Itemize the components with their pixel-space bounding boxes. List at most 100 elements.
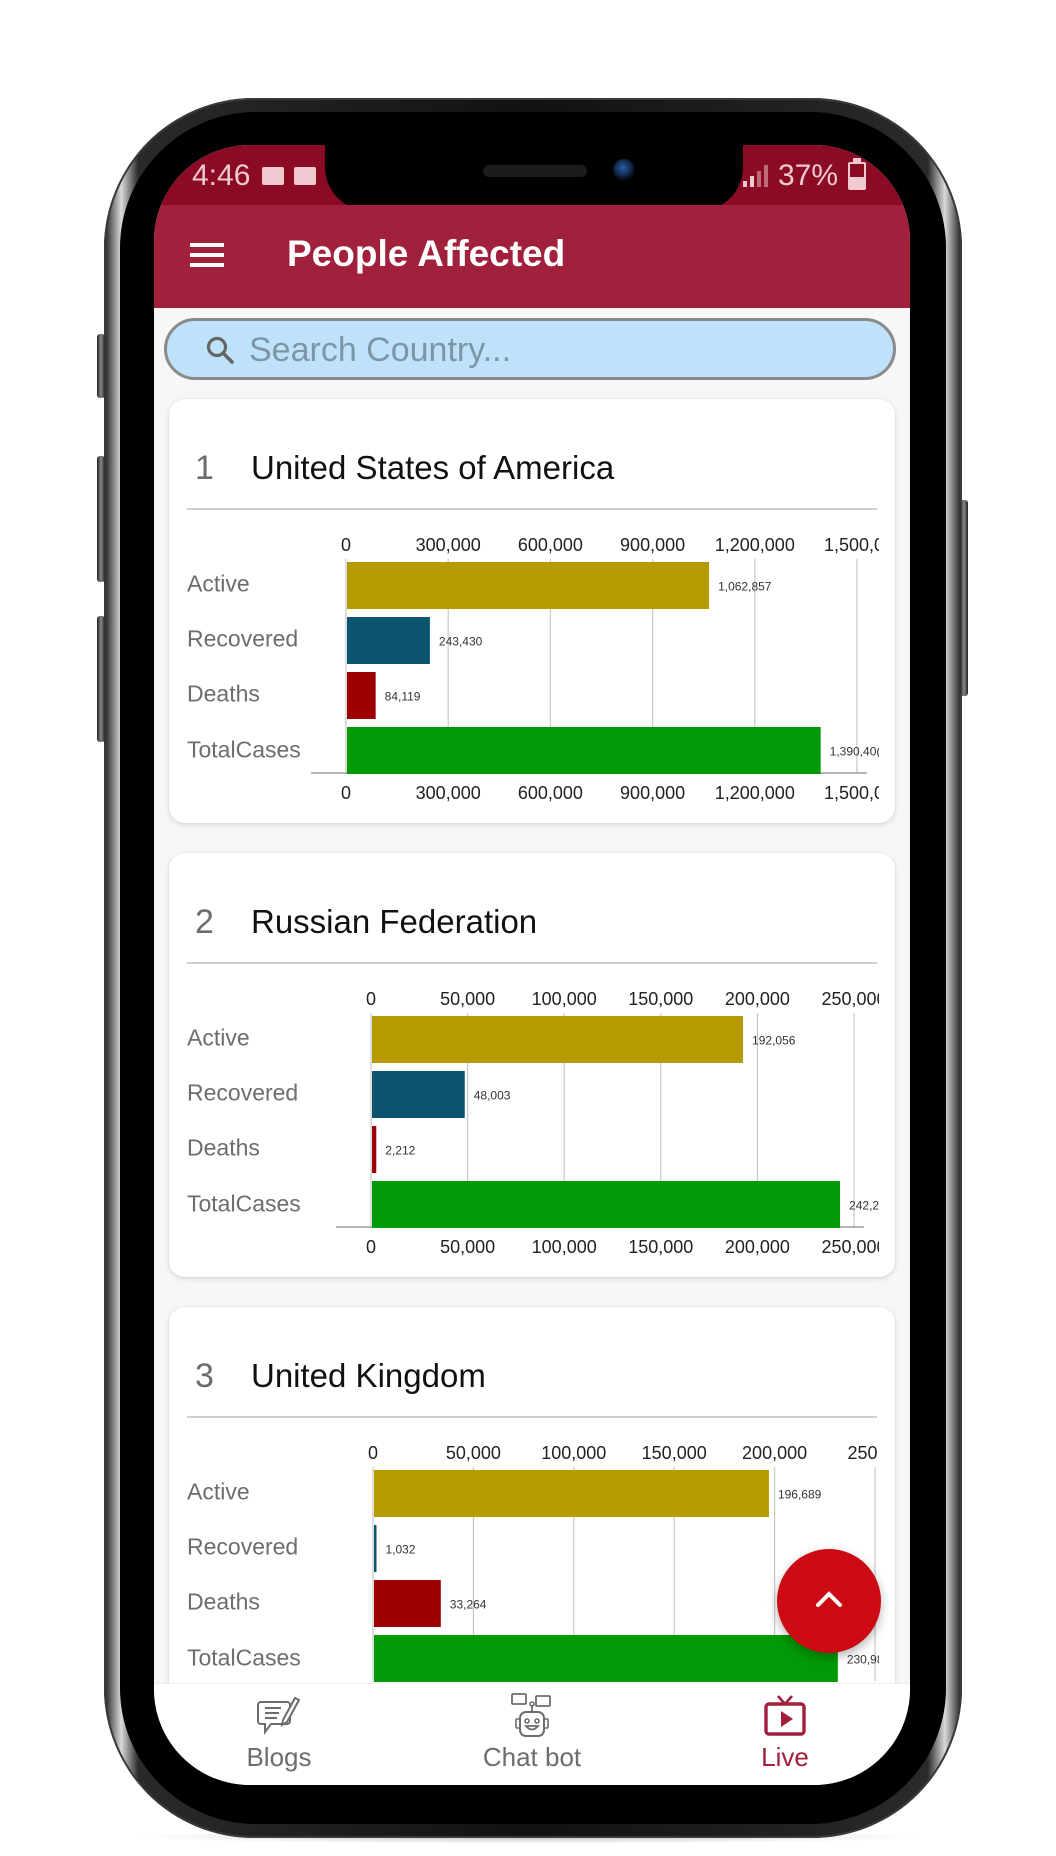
app-bar: People Affected xyxy=(154,205,910,308)
category-label: TotalCases xyxy=(187,1645,301,1671)
status-time: 4:46 xyxy=(192,159,251,192)
bar-value-label: 1,062,857 xyxy=(718,580,772,594)
bar-value-label: 1,390,40( xyxy=(830,745,881,759)
category-label: TotalCases xyxy=(187,737,301,763)
x-tick-label-top: 50,000 xyxy=(446,1443,501,1463)
page-title: People Affected xyxy=(287,233,566,274)
bar-active xyxy=(374,1470,769,1517)
category-label: Deaths xyxy=(187,681,260,707)
nav-item-blogs[interactable]: Blogs xyxy=(189,1692,369,1782)
x-tick-label-bottom: 0 xyxy=(366,1237,376,1257)
country-card[interactable]: 2 Russian Federation 0 50,000 100,000 150,0… xyxy=(169,853,895,1277)
x-tick-label-bottom: 1,200,000 xyxy=(715,783,795,803)
category-label: Deaths xyxy=(187,1589,260,1615)
live-tv-icon xyxy=(764,1695,806,1736)
x-tick-label-bottom: 1,500,0( xyxy=(824,783,890,803)
bar-recovered xyxy=(374,1525,377,1572)
battery-percent: 37% xyxy=(777,159,838,192)
hamburger-menu-icon[interactable] xyxy=(190,243,224,267)
chevron-up-icon xyxy=(816,1591,842,1607)
x-tick-label-top: 50,000 xyxy=(440,989,495,1009)
x-tick-label-bottom: 600,000 xyxy=(518,783,583,803)
category-label: Active xyxy=(187,1025,250,1051)
bar-value-label: 192,056 xyxy=(752,1034,796,1048)
country-card[interactable]: 3 United Kingdom 0 50,000 100,000 150,000 20… xyxy=(169,1307,895,1731)
country-card[interactable]: 1 United States of America 0 300,000 600,0… xyxy=(169,399,895,823)
nav-item-live[interactable]: Live xyxy=(695,1692,875,1782)
x-tick-label-top: 200,000 xyxy=(742,1443,807,1463)
x-tick-label-top: 250,00 xyxy=(847,1443,895,1463)
nav-label: Blogs xyxy=(246,1742,312,1772)
country-bar-chart: 0 50,000 100,000 150,000 200,000 250,00 196,68… xyxy=(187,1443,895,1682)
category-label: Deaths xyxy=(187,1135,260,1161)
x-tick-label-top: 0 xyxy=(366,989,376,1009)
bar-deaths xyxy=(347,672,376,719)
chart-body: 0 300,000 600,000 900,000 1,200,000 1,500,0(0… xyxy=(311,535,890,803)
category-label: Recovered xyxy=(187,626,298,652)
bar-value-label: 243,430 xyxy=(439,635,483,649)
bar-active xyxy=(372,1016,744,1063)
mute-switch xyxy=(97,334,105,398)
phone-screen: 4:46 4G 37% People Affected 1 United Sta… xyxy=(154,145,910,1785)
category-label: Active xyxy=(187,571,250,597)
country-bar-chart: 0 50,000 100,000 150,000 200,000 250,000 0 50,0… xyxy=(187,989,893,1257)
category-label: Recovered xyxy=(187,1080,298,1106)
bar-value-label: 84,119 xyxy=(385,690,421,704)
bar-value-label: 2,212 xyxy=(385,1144,415,1158)
signal-icon xyxy=(742,165,768,187)
battery-icon xyxy=(848,158,866,190)
category-label: TotalCases xyxy=(187,1191,301,1217)
bar-totalcases xyxy=(372,1181,841,1228)
x-tick-label-bottom: 200,000 xyxy=(725,1237,790,1257)
x-tick-label-top: 1,200,000 xyxy=(715,535,795,555)
front-camera xyxy=(613,159,635,181)
x-tick-label-top: 100,000 xyxy=(541,1443,606,1463)
x-tick-label-top: 300,000 xyxy=(416,535,481,555)
x-tick-label-top: 100,000 xyxy=(532,989,597,1009)
bar-value-label: 242,271 xyxy=(849,1199,893,1213)
notch xyxy=(325,145,743,211)
bar-value-label: 230,985 xyxy=(847,1653,891,1667)
x-tick-label-top: 150,000 xyxy=(642,1443,707,1463)
bottom-navigation: Blogs Chat bot Live xyxy=(154,1683,910,1785)
volume-up-button xyxy=(97,456,105,582)
x-tick-label-bottom: 0 xyxy=(341,783,351,803)
wifi-call-icon xyxy=(294,167,316,185)
x-tick-label-bottom: 250,000 xyxy=(821,1237,886,1257)
speaker-grille xyxy=(483,165,587,177)
bar-recovered xyxy=(347,617,430,664)
x-tick-label-bottom: 50,000 xyxy=(440,1237,495,1257)
bar-value-label: 48,003 xyxy=(474,1089,511,1103)
nav-label: Chat bot xyxy=(482,1742,582,1772)
x-tick-label-top: 0 xyxy=(368,1443,378,1463)
bar-value-label: 196,689 xyxy=(778,1488,822,1502)
x-tick-label-top: 1,500,0( xyxy=(824,535,890,555)
volume-down-button xyxy=(97,616,105,742)
blog-icon xyxy=(257,1696,301,1735)
scroll-top-button[interactable] xyxy=(777,1549,881,1653)
bar-value-label: 33,264 xyxy=(450,1598,487,1612)
chatbot-icon xyxy=(511,1693,551,1737)
x-tick-label-top: 900,000 xyxy=(620,535,685,555)
x-tick-label-top: 200,000 xyxy=(725,989,790,1009)
nav-item-chat-bot[interactable]: Chat bot xyxy=(442,1692,622,1782)
bar-deaths xyxy=(374,1580,441,1627)
bar-totalcases xyxy=(347,727,821,774)
x-tick-label-top: 600,000 xyxy=(518,535,583,555)
x-tick-label-bottom: 100,000 xyxy=(532,1237,597,1257)
bar-deaths xyxy=(372,1126,377,1173)
x-tick-label-bottom: 150,000 xyxy=(628,1237,693,1257)
nav-label: Live xyxy=(761,1742,809,1772)
bar-totalcases xyxy=(374,1635,838,1682)
image-icon xyxy=(262,167,284,185)
chart-body: 0 50,000 100,000 150,000 200,000 250,000 0 50,0… xyxy=(336,989,893,1257)
x-tick-label-top: 250,000 xyxy=(821,989,886,1009)
search-icon xyxy=(206,336,234,364)
category-label: Active xyxy=(187,1479,250,1505)
country-bar-chart: 0 300,000 600,000 900,000 1,200,000 1,500,0(0… xyxy=(187,535,890,803)
search-country-input[interactable] xyxy=(247,327,871,373)
power-button xyxy=(960,500,968,696)
bar-recovered xyxy=(372,1071,465,1118)
search-bar[interactable] xyxy=(164,318,896,380)
x-tick-label-bottom: 900,000 xyxy=(620,783,685,803)
